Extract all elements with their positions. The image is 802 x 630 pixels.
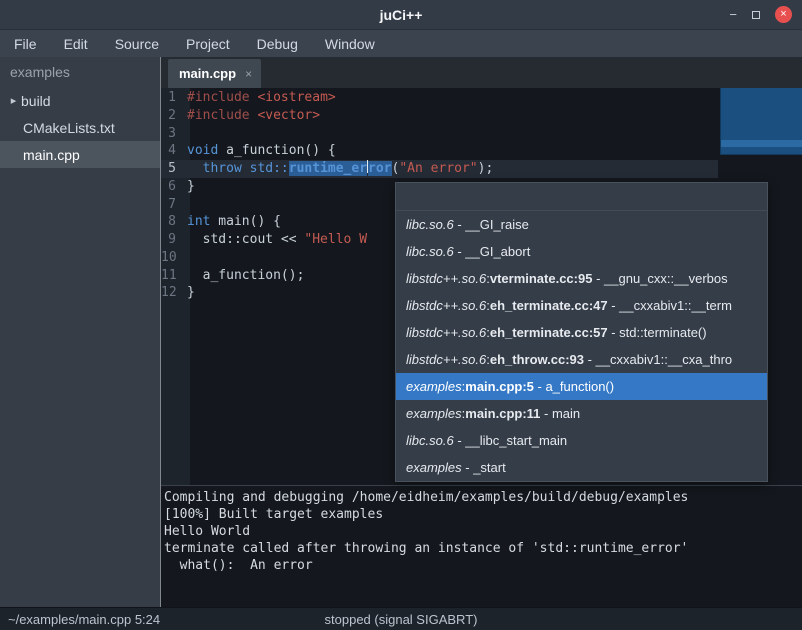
code-text: void a_function() {: [187, 142, 336, 160]
line-number: 1: [161, 89, 183, 107]
line-number: 10: [161, 249, 183, 267]
file-tree-sidebar: examples ▸ build CMakeLists.txt main.cpp: [0, 57, 160, 607]
console-line: Hello World: [164, 523, 802, 540]
console-output[interactable]: Compiling and debugging /home/eidheim/ex…: [161, 485, 802, 607]
line-number: 12: [161, 284, 183, 302]
line-number: 9: [161, 231, 183, 249]
console-line: [100%] Built target examples: [164, 506, 802, 523]
code-text: throw std::runtime_error("An error");: [187, 160, 493, 178]
code-text: }: [187, 178, 195, 196]
console-line: terminate called after throwing an insta…: [164, 540, 802, 557]
code-line-2[interactable]: 2#include <vector>: [161, 107, 802, 125]
line-number: 2: [161, 107, 183, 125]
backtrace-popup-list: libc.so.6 - __GI_raiselibc.so.6 - __GI_a…: [396, 211, 767, 481]
console-line: what(): An error: [164, 557, 802, 574]
maximize-button[interactable]: [752, 11, 760, 19]
backtrace-row[interactable]: libc.so.6 - __GI_abort: [396, 238, 767, 265]
code-text: #include <vector>: [187, 107, 320, 125]
backtrace-row[interactable]: examples:main.cpp:5 - a_function(): [396, 373, 767, 400]
code-text: std::cout << "Hello W: [187, 231, 367, 249]
tab-label: main.cpp: [179, 66, 236, 81]
backtrace-row[interactable]: libstdc++.so.6:eh_terminate.cc:57 - std:…: [396, 319, 767, 346]
tooltip-panel: [720, 88, 802, 155]
code-line-1[interactable]: 1#include <iostream>: [161, 89, 802, 107]
status-debug-state: stopped (signal SIGABRT): [325, 612, 478, 627]
line-number: 4: [161, 142, 183, 160]
backtrace-row[interactable]: examples - _start: [396, 454, 767, 481]
backtrace-row[interactable]: libstdc++.so.6:eh_terminate.cc:47 - __cx…: [396, 292, 767, 319]
code-text: }: [187, 284, 195, 302]
tree-item-label: CMakeLists.txt: [23, 120, 115, 136]
code-text: int main() {: [187, 213, 281, 231]
tab-bar: main.cpp ×: [161, 57, 802, 88]
code-line-4[interactable]: 4void a_function() {: [161, 142, 802, 160]
tooltip-highlight: [721, 140, 802, 147]
tab-main-cpp[interactable]: main.cpp ×: [168, 59, 261, 88]
tree-item-build[interactable]: ▸ build: [0, 87, 160, 114]
titlebar: juCi++ − ×: [0, 0, 802, 30]
line-number: 8: [161, 213, 183, 231]
line-number: 6: [161, 178, 183, 196]
tree-item-cmakelists[interactable]: CMakeLists.txt: [0, 114, 160, 141]
project-folder-header: examples: [0, 57, 160, 87]
backtrace-row[interactable]: libstdc++.so.6:eh_throw.cc:93 - __cxxabi…: [396, 346, 767, 373]
backtrace-row[interactable]: libc.so.6 - __libc_start_main: [396, 427, 767, 454]
tree-item-label: main.cpp: [23, 147, 80, 163]
line-number: 7: [161, 196, 183, 214]
menu-project[interactable]: Project: [186, 36, 230, 52]
window-title: juCi++: [380, 7, 423, 23]
maximize-icon: [752, 11, 760, 19]
close-icon: ×: [780, 9, 786, 20]
backtrace-row[interactable]: libc.so.6 - __GI_raise: [396, 211, 767, 238]
code-line-3[interactable]: 3: [161, 125, 802, 143]
backtrace-row[interactable]: libstdc++.so.6:vterminate.cc:95 - __gnu_…: [396, 265, 767, 292]
tree-item-main-cpp[interactable]: main.cpp: [0, 141, 160, 168]
popup-header: [396, 183, 767, 211]
code-text: #include <iostream>: [187, 89, 336, 107]
menu-debug[interactable]: Debug: [257, 36, 298, 52]
status-bar: ~/examples/main.cpp 5:24 stopped (signal…: [0, 607, 802, 630]
menu-file[interactable]: File: [14, 36, 37, 52]
status-file-position: ~/examples/main.cpp 5:24: [0, 612, 160, 627]
close-button[interactable]: ×: [775, 6, 792, 23]
tab-close-icon: ×: [245, 67, 252, 81]
menu-bar: File Edit Source Project Debug Window: [0, 30, 802, 57]
backtrace-row[interactable]: examples:main.cpp:11 - main: [396, 400, 767, 427]
tab-close-button[interactable]: ×: [245, 67, 252, 81]
window-controls: − ×: [729, 0, 792, 29]
line-number: 5: [161, 160, 183, 178]
line-number: 3: [161, 125, 183, 143]
menu-edit[interactable]: Edit: [64, 36, 88, 52]
tree-item-label: build: [21, 93, 51, 109]
backtrace-popup: libc.so.6 - __GI_raiselibc.so.6 - __GI_a…: [395, 182, 768, 482]
expand-arrow-icon[interactable]: ▸: [6, 94, 21, 107]
menu-source[interactable]: Source: [115, 36, 159, 52]
minimize-icon: −: [729, 8, 737, 21]
code-line-5[interactable]: 5 throw std::runtime_error("An error");: [161, 160, 802, 178]
line-number: 11: [161, 267, 183, 285]
console-line: Compiling and debugging /home/eidheim/ex…: [164, 489, 802, 506]
minimize-button[interactable]: −: [729, 8, 737, 21]
code-text: a_function();: [187, 267, 304, 285]
menu-window[interactable]: Window: [325, 36, 375, 52]
